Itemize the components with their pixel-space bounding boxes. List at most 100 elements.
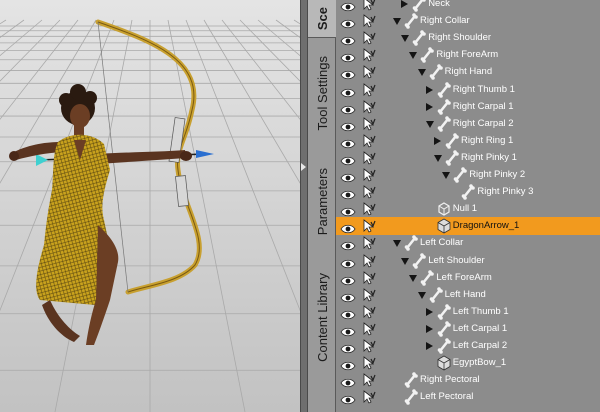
selectable-cursor-icon[interactable] [362, 270, 376, 285]
scene-tree-row[interactable]: Null 1 [336, 200, 600, 218]
visibility-eye-icon[interactable] [340, 16, 356, 29]
collapsed-arrow-icon[interactable] [434, 136, 441, 145]
scene-tree-row[interactable]: Right Pinky 3 [336, 183, 600, 201]
selectable-cursor-icon[interactable] [362, 48, 376, 62]
visibility-eye-icon[interactable] [340, 187, 356, 200]
visibility-eye-icon[interactable] [340, 50, 356, 63]
visibility-eye-icon[interactable] [340, 221, 356, 234]
visibility-eye-icon[interactable] [340, 238, 356, 251]
selectable-cursor-icon[interactable] [362, 185, 376, 199]
scene-tree-row[interactable]: Right Pinky 1 [336, 149, 600, 167]
selectable-cursor-icon[interactable] [362, 356, 376, 370]
selectable-cursor-icon[interactable] [362, 133, 376, 148]
selectable-cursor-icon[interactable] [362, 236, 376, 250]
expanded-arrow-icon[interactable] [417, 69, 426, 77]
collapsed-arrow-icon[interactable] [425, 342, 433, 350]
scene-tree-row[interactable]: Right Carpal 1 [336, 98, 600, 116]
selectable-cursor-icon[interactable] [362, 14, 376, 28]
collapsed-arrow-icon[interactable] [425, 307, 433, 316]
expanded-arrow-icon[interactable] [434, 154, 442, 162]
visibility-eye-icon[interactable] [340, 358, 356, 371]
collapsed-arrow-icon[interactable] [425, 324, 433, 333]
visibility-eye-icon[interactable] [340, 170, 356, 183]
scene-tree-row[interactable]: Right Ring 1 [336, 132, 600, 150]
scene-tree-row[interactable]: Left Pectoral [336, 388, 600, 406]
tab-parameters[interactable]: Parameters [308, 160, 336, 244]
scene-tree-row[interactable]: Right Pinky 2 [336, 166, 600, 184]
tab-content-library[interactable]: Content Library [308, 262, 336, 372]
selectable-cursor-icon[interactable] [362, 116, 376, 131]
visibility-eye-icon[interactable] [340, 324, 356, 337]
collapse-arrow-icon[interactable] [301, 163, 306, 171]
scene-tree-row[interactable]: DragonArrow_1 [336, 217, 600, 236]
scene-tree-row[interactable]: Left Hand [336, 286, 600, 304]
panel-splitter[interactable] [300, 0, 308, 412]
selectable-cursor-icon[interactable] [362, 339, 376, 353]
collapsed-arrow-icon[interactable] [425, 85, 433, 94]
selectable-cursor-icon[interactable] [362, 253, 376, 268]
selectable-cursor-icon[interactable] [362, 0, 376, 11]
scene-tree-panel[interactable]: Neck Right Collar Right Shoulder Right Fore… [336, 0, 600, 412]
selectable-cursor-icon[interactable] [362, 82, 376, 97]
visibility-eye-icon[interactable] [340, 0, 356, 12]
selectable-cursor-icon[interactable] [362, 151, 376, 165]
selectable-cursor-icon[interactable] [362, 202, 376, 216]
visibility-eye-icon[interactable] [340, 204, 356, 217]
scene-tree-row[interactable]: Right Carpal 2 [336, 115, 600, 133]
expanded-arrow-icon[interactable] [425, 120, 434, 128]
visibility-eye-icon[interactable] [340, 119, 356, 131]
selectable-cursor-icon[interactable] [362, 219, 376, 233]
expanded-arrow-icon[interactable] [393, 240, 401, 248]
scene-tree-row[interactable]: Neck [336, 0, 600, 13]
selectable-cursor-icon[interactable] [362, 373, 376, 387]
visibility-eye-icon[interactable] [340, 67, 356, 80]
visibility-eye-icon[interactable] [340, 375, 356, 388]
selectable-cursor-icon[interactable] [362, 65, 376, 79]
selectable-cursor-icon[interactable] [362, 168, 376, 182]
selectable-cursor-icon[interactable] [362, 322, 376, 336]
scene-tree-row[interactable]: Right ForeArm [336, 46, 600, 64]
selectable-cursor-icon[interactable] [362, 31, 376, 45]
expanded-arrow-icon[interactable] [409, 52, 418, 60]
scene-tree-row[interactable]: Left Thumb 1 [336, 303, 600, 321]
expanded-arrow-icon[interactable] [442, 172, 451, 179]
expanded-arrow-icon[interactable] [417, 291, 426, 299]
visibility-eye-icon[interactable] [340, 273, 356, 285]
scene-tree-row[interactable]: Right Thumb 1 [336, 81, 600, 99]
scene-tree-row[interactable]: Right Pectoral [336, 371, 600, 389]
visibility-eye-icon[interactable] [340, 256, 356, 268]
visibility-eye-icon[interactable] [340, 33, 356, 46]
scene-tree-row[interactable]: Left Collar [336, 234, 600, 252]
selectable-cursor-icon[interactable] [362, 390, 376, 404]
selectable-cursor-icon[interactable] [362, 304, 376, 319]
scene-tree-row[interactable]: Right Collar [336, 12, 600, 30]
expanded-arrow-icon[interactable] [409, 274, 418, 282]
scene-tree-row[interactable]: Left Carpal 2 [336, 337, 600, 355]
scene-tree-row[interactable]: Right Hand [336, 63, 600, 81]
expanded-arrow-icon[interactable] [401, 257, 410, 265]
scene-tree-row[interactable]: Left ForeArm [336, 269, 600, 287]
visibility-eye-icon[interactable] [340, 102, 356, 114]
visibility-eye-icon[interactable] [340, 85, 356, 97]
scene-tree-row[interactable]: Right Shoulder [336, 29, 600, 47]
expanded-arrow-icon[interactable] [393, 18, 401, 26]
visibility-eye-icon[interactable] [340, 392, 356, 405]
scene-tree-row[interactable]: Left Carpal 1 [336, 320, 600, 338]
visibility-eye-icon[interactable] [340, 153, 356, 166]
scene-node-label: Right Collar [420, 15, 470, 27]
tab-tool-settings[interactable]: Tool Settings [308, 40, 336, 146]
selectable-cursor-icon[interactable] [362, 287, 376, 302]
collapsed-arrow-icon[interactable] [401, 0, 409, 8]
expanded-arrow-icon[interactable] [401, 35, 410, 43]
collapsed-arrow-icon[interactable] [425, 102, 433, 111]
visibility-eye-icon[interactable] [340, 290, 356, 302]
viewport-scene[interactable] [0, 0, 300, 412]
visibility-eye-icon[interactable] [340, 307, 356, 319]
3d-viewport[interactable] [0, 0, 300, 412]
selectable-cursor-icon[interactable] [362, 99, 376, 114]
scene-tree-row[interactable]: EgyptBow_1 [336, 354, 600, 372]
tab-scene[interactable]: Sce [308, 0, 336, 38]
scene-tree-row[interactable]: Left Shoulder [336, 252, 600, 270]
visibility-eye-icon[interactable] [340, 136, 356, 148]
visibility-eye-icon[interactable] [340, 341, 356, 354]
